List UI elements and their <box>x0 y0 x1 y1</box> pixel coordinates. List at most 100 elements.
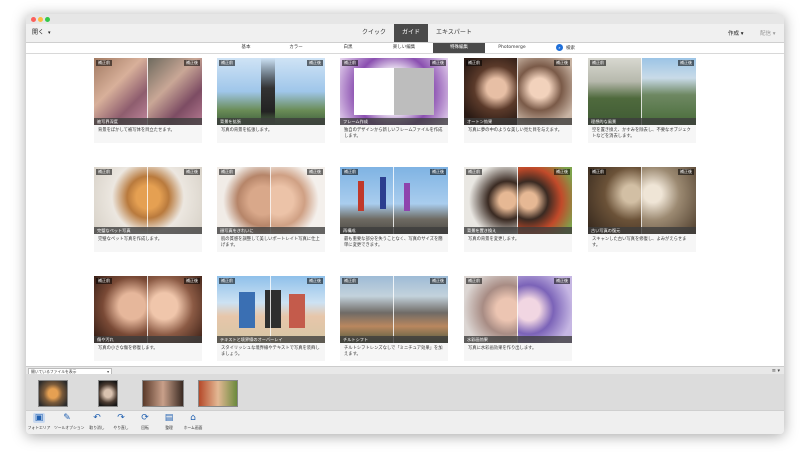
before-badge: 補正前 <box>466 278 482 284</box>
chevron-down-icon: ▾ <box>48 30 51 36</box>
tool-label: やり直し <box>113 425 129 430</box>
rotate-button[interactable]: ⟳ 回転 <box>132 413 158 431</box>
bin-thumbnail[interactable] <box>142 380 184 407</box>
mode-guided[interactable]: ガイド <box>394 24 429 42</box>
tool-options-button[interactable]: ✎ ツールオプション <box>54 413 85 431</box>
tab-basic[interactable]: 基本 <box>229 43 263 53</box>
close-window-icon[interactable] <box>31 17 36 22</box>
tool-label: 整理 <box>165 425 173 430</box>
after-badge: 補正後 <box>678 60 694 66</box>
tab-fun-edits[interactable]: 楽しい編集 <box>383 43 425 53</box>
tool-label: ツールオプション <box>54 425 85 430</box>
zoom-window-icon[interactable] <box>45 17 50 22</box>
chevron-down-icon: ▾ <box>740 31 744 37</box>
card-description: 空を置き換え、かすみを除去し、不要なオブジェクトなどを消去します。 <box>588 125 696 143</box>
undo-icon: ↶ <box>93 413 101 423</box>
home-screen-button[interactable]: ⌂ ホーム画面 <box>180 413 206 431</box>
search-button[interactable]: ⌕ 検索 <box>556 44 575 53</box>
before-badge: 補正前 <box>590 60 606 66</box>
card-description: 完璧なペット写真を作成します。 <box>94 234 202 252</box>
card-description: 独自のデザインから新しいフレームファイルを作成します。 <box>340 125 448 143</box>
mode-expert[interactable]: エキスパート <box>428 24 480 42</box>
after-badge: 補正後 <box>554 169 570 175</box>
card-depth-of-field[interactable]: 補正前 補正後 被写界深度 背景をぼかして被写体を目立たせます。 <box>94 58 202 143</box>
card-title: 理想的な風景 <box>588 118 696 125</box>
tool-label: 回転 <box>141 425 149 430</box>
card-perfect-portrait[interactable]: 補正前 補正後 顔写真をきれいに 肌の質感を調整して美しいポートレイト写真に仕上… <box>217 167 325 252</box>
tab-photomerge[interactable]: Photomerge <box>492 43 532 53</box>
card-thumbnail: 補正前 補正後 テキストと境界線のオーバーレイ <box>217 276 325 343</box>
tool-label: 取り消し <box>89 425 105 430</box>
card-title: 完璧なペット写真 <box>94 227 202 234</box>
organize-button[interactable]: ▤ 整理 <box>156 413 182 431</box>
after-badge: 補正後 <box>678 169 694 175</box>
tool-label: ホーム画面 <box>183 425 203 430</box>
card-title: チルトシフト <box>340 336 448 343</box>
mode-switcher: クイック ガイド エキスパート <box>354 24 480 42</box>
card-thumbnail: 補正前 補正後 オートン効果 <box>464 58 572 125</box>
photo-bin-button[interactable]: ▣ フォトエリア <box>26 413 52 431</box>
card-description: スタイリッシュな境界線やテキストで写真を装飾しましょう。 <box>217 343 325 361</box>
card-scratches-blemishes[interactable]: 補正前 補正後 傷や汚れ 写真の小さな傷を修復します。 <box>94 276 202 361</box>
card-description: 写真に水彩画効果を作り出します。 <box>464 343 572 361</box>
card-description: スキャンした古い写真を修復し、よみがえらせます。 <box>588 234 696 252</box>
tab-special-edits[interactable]: 特殊編集 <box>433 43 485 53</box>
create-button[interactable]: 作成 ▾ <box>728 29 744 37</box>
before-badge: 補正前 <box>342 278 358 284</box>
bin-thumbnail[interactable] <box>38 380 68 407</box>
organize-icon: ▤ <box>164 413 174 423</box>
before-badge: 補正前 <box>219 278 235 284</box>
card-title: 古い写真の復元 <box>588 227 696 234</box>
before-badge: 補正前 <box>342 60 358 66</box>
card-title: 顔写真をきれいに <box>217 227 325 234</box>
card-recompose[interactable]: 補正前 補正後 再構成 最も重要な部分を失うことなく、写真のサイズを簡単に変更で… <box>340 167 448 252</box>
card-thumbnail: 補正前 補正後 チルトシフト <box>340 276 448 343</box>
search-label: 検索 <box>566 46 575 51</box>
card-description: 写真の背景を変更します。 <box>464 234 572 252</box>
card-extend-background[interactable]: 補正前 補正後 背景を拡張 写真の背景を拡張します。 <box>217 58 325 143</box>
title-bar <box>26 14 784 24</box>
card-title: テキストと境界線のオーバーレイ <box>217 336 325 343</box>
card-perfect-pet[interactable]: 補正前 補正後 完璧なペット写真 完璧なペット写真を作成します。 <box>94 167 202 252</box>
redo-button[interactable]: ↷ やり直し <box>108 413 134 431</box>
card-replace-background[interactable]: 補正前 補正後 背景を置き換え 写真の背景を変更します。 <box>464 167 572 252</box>
open-label: 開く <box>32 29 45 36</box>
bin-thumbnail[interactable] <box>198 380 238 407</box>
card-perfect-landscape[interactable]: 補正前 補正後 理想的な風景 空を置き換え、かすみを除去し、不要なオブジェクトな… <box>588 58 696 143</box>
before-badge: 補正前 <box>590 169 606 175</box>
bin-thumbnail[interactable] <box>98 380 118 407</box>
minimize-window-icon[interactable] <box>38 17 43 22</box>
card-thumbnail: 補正前 補正後 水彩画効果 <box>464 276 572 343</box>
card-thumbnail: 補正前 補正後 フレーム作成 <box>340 58 448 125</box>
tab-color[interactable]: カラー <box>279 43 313 53</box>
tool-options-icon: ✎ <box>63 413 71 423</box>
card-tilt-shift[interactable]: 補正前 補正後 チルトシフト チルトシフトレンズなしで「ミニチュア効果」を加えま… <box>340 276 448 361</box>
photo-bin-icon: ▣ <box>33 413 45 423</box>
card-thumbnail: 補正前 補正後 顔写真をきれいに <box>217 167 325 234</box>
card-text-border-overlay[interactable]: 補正前 補正後 テキストと境界線のオーバーレイ スタイリッシュな境界線やテキスト… <box>217 276 325 361</box>
card-frame-creator[interactable]: 補正前 補正後 フレーム作成 独自のデザインから新しいフレームファイルを作成しま… <box>340 58 448 143</box>
search-icon: ⌕ <box>556 44 563 51</box>
card-title: 背景を拡張 <box>217 118 325 125</box>
after-badge: 補正後 <box>430 60 446 66</box>
after-badge: 補正後 <box>307 169 323 175</box>
card-thumbnail: 補正前 補正後 理想的な風景 <box>588 58 696 125</box>
undo-button[interactable]: ↶ 取り消し <box>84 413 110 431</box>
card-description: 写真の小さな傷を修復します。 <box>94 343 202 361</box>
chevron-down-icon: ▾ <box>772 31 776 37</box>
create-label: 作成 <box>728 31 740 37</box>
share-button[interactable]: 配信 ▾ <box>760 29 776 37</box>
tab-black-white[interactable]: 白黒 <box>331 43 365 53</box>
card-watercolor-effect[interactable]: 補正前 補正後 水彩画効果 写真に水彩画効果を作り出します。 <box>464 276 572 361</box>
card-restore-old-photo[interactable]: 補正前 補正後 古い写真の復元 スキャンした古い写真を修復し、よみがえらせます。 <box>588 167 696 252</box>
redo-icon: ↷ <box>117 413 125 423</box>
mode-quick[interactable]: クイック <box>354 24 394 42</box>
card-thumbnail: 補正前 補正後 古い写真の復元 <box>588 167 696 234</box>
open-button[interactable]: 開く ▾ <box>32 27 51 36</box>
card-title: 再構成 <box>340 227 448 234</box>
before-badge: 補正前 <box>219 60 235 66</box>
card-orton-effect[interactable]: 補正前 補正後 オートン効果 写真に夢の中のような美しい見た目を与えます。 <box>464 58 572 143</box>
after-badge: 補正後 <box>430 278 446 284</box>
card-title: 水彩画効果 <box>464 336 572 343</box>
card-description: 最も重要な部分を失うことなく、写真のサイズを簡単に変更できます。 <box>340 234 448 252</box>
